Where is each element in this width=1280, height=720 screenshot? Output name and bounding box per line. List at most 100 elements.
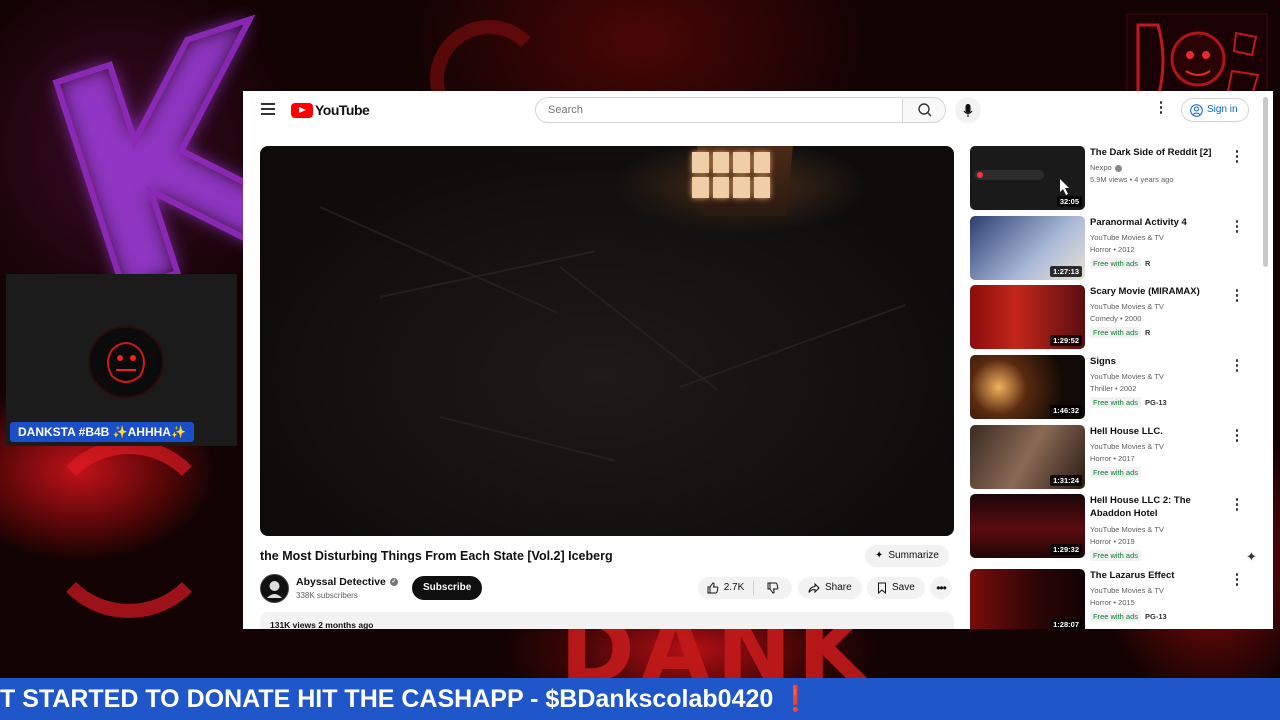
recommended-badges: Free with ads R (1090, 327, 1150, 338)
video-options-icon[interactable] (1235, 573, 1239, 586)
free-with-ads-badge: Free with ads (1090, 467, 1142, 478)
recommended-meta: Horror • 2015 (1090, 598, 1135, 607)
free-with-ads-badge: Free with ads (1090, 258, 1142, 269)
sign-in-button[interactable]: Sign in (1181, 98, 1249, 122)
video-options-icon[interactable] (1235, 150, 1239, 163)
recommended-badges: Free with ads (1090, 467, 1142, 478)
recommended-meta: Comedy • 2000 (1090, 314, 1142, 323)
recommended-video[interactable]: 1:29:32 Hell House LLC 2: The Abaddon Ho… (970, 494, 1260, 566)
video-duration: 1:28:07 (1050, 619, 1082, 629)
recommended-channel: YouTube Movies & TV (1090, 525, 1164, 534)
youtube-logo[interactable]: YouTube (291, 102, 370, 118)
subscribe-button[interactable]: Subscribe (412, 576, 483, 600)
video-duration: 1:29:32 (1050, 544, 1082, 555)
like-count: 2.7K (723, 582, 745, 593)
video-duration: 32:05 (1056, 196, 1082, 207)
recommended-video[interactable]: 1:46:32 Signs YouTube Movies & TV Thrill… (970, 355, 1260, 419)
video-options-icon[interactable] (1235, 289, 1239, 302)
recommended-video[interactable]: 1:28:07 The Lazarus Effect YouTube Movie… (970, 569, 1260, 629)
like-button[interactable]: 2.7K (698, 581, 754, 595)
rating-badge: PG-13 (1145, 398, 1167, 407)
rating-badge: R (1145, 259, 1151, 268)
recommended-meta: Horror • 2019 (1090, 537, 1135, 546)
ai-sparkle-icon[interactable]: ✦ (1246, 549, 1257, 565)
video-thumbnail[interactable]: 1:28:07 (970, 569, 1085, 629)
sparkle-icon: ✦ (875, 550, 884, 561)
search-icon (918, 103, 932, 117)
recommended-meta: Horror • 2017 (1090, 454, 1135, 463)
recommended-video[interactable]: 1:31:24 Hell House LLC. YouTube Movies &… (970, 425, 1260, 489)
recommended-meta: 5.9M views • 4 years ago (1090, 175, 1174, 184)
recommended-video[interactable]: 1:27:13 Paranormal Activity 4 YouTube Mo… (970, 216, 1260, 280)
view-count-date: 131K views 2 months ago (270, 620, 374, 629)
recommended-channel: YouTube Movies & TV (1090, 372, 1164, 381)
sign-in-label: Sign in (1207, 104, 1238, 115)
voice-search-button[interactable] (955, 97, 981, 123)
free-with-ads-badge: Free with ads (1090, 550, 1142, 561)
video-options-icon[interactable] (1235, 220, 1239, 233)
summarize-label: Summarize (888, 550, 939, 561)
ticker-text: T STARTED TO DONATE HIT THE CASHAPP - $B… (0, 685, 812, 713)
background-swirl (40, 440, 218, 618)
free-with-ads-badge: Free with ads (1090, 327, 1142, 338)
recommended-video[interactable]: 1:29:52 Scary Movie (MIRAMAX) YouTube Mo… (970, 285, 1260, 349)
thumbs-up-icon (707, 582, 719, 594)
youtube-topbar: YouTube Search Sign in (243, 91, 1273, 129)
recommended-badges: Free with ads PG-13 (1090, 397, 1167, 408)
microphone-icon (963, 104, 973, 117)
youtube-logo-text: YouTube (315, 102, 370, 118)
video-options-icon[interactable] (1235, 359, 1239, 372)
free-with-ads-badge: Free with ads (1090, 611, 1142, 622)
video-options-icon[interactable] (1235, 498, 1239, 511)
video-duration: 1:31:24 (1050, 475, 1082, 486)
video-thumbnail[interactable]: 1:29:52 (970, 285, 1085, 349)
more-actions-button[interactable]: ••• (930, 577, 952, 599)
share-icon (808, 582, 820, 594)
recommended-title: The Dark Side of Reddit [2] (1090, 147, 1212, 158)
recommended-badges: Free with ads R (1090, 258, 1150, 269)
webcam-panel (6, 274, 237, 446)
channel-avatar[interactable] (260, 574, 289, 603)
hamburger-menu-icon[interactable] (261, 103, 275, 115)
video-title: the Most Disturbing Things From Each Sta… (260, 549, 613, 563)
sidebar-scrollbar[interactable] (1263, 95, 1269, 619)
recommended-channel: YouTube Movies & TV (1090, 233, 1164, 242)
video-duration: 1:29:52 (1050, 335, 1082, 346)
video-thumbnail[interactable]: 1:31:24 (970, 425, 1085, 489)
recommended-title: Hell House LLC. (1090, 426, 1163, 437)
video-options-icon[interactable] (1235, 429, 1239, 442)
recommended-channel: YouTube Movies & TV (1090, 302, 1164, 311)
rating-badge: PG-13 (1145, 612, 1167, 621)
video-thumbnail[interactable]: 1:29:32 (970, 494, 1085, 558)
subscriber-count: 338K subscribers (296, 591, 358, 600)
more-horizontal-icon: ••• (936, 581, 947, 595)
recommended-badges: Free with ads PG-13 (1090, 611, 1167, 622)
search-input[interactable]: Search (535, 97, 903, 123)
recommended-meta: Horror • 2012 (1090, 245, 1135, 254)
video-player[interactable] (260, 146, 954, 536)
settings-menu-icon[interactable] (1159, 101, 1163, 117)
bookmark-icon (878, 582, 886, 594)
channel-name[interactable]: Abyssal Detective ✓ (296, 576, 398, 588)
search-button[interactable] (902, 97, 946, 123)
save-button[interactable]: Save (867, 577, 925, 599)
recommended-channel: YouTube Movies & TV (1090, 442, 1164, 451)
recommended-meta: Thriller • 2002 (1090, 384, 1137, 393)
dislike-button[interactable] (754, 582, 792, 594)
streamer-name-tag: DANKSTA #B4B ✨AHHHA✨ (10, 422, 194, 442)
recommended-title: Paranormal Activity 4 (1090, 217, 1187, 228)
donation-ticker: T STARTED TO DONATE HIT THE CASHAPP - $B… (0, 678, 1280, 720)
rating-badge: R (1145, 328, 1151, 337)
recommended-channel: YouTube Movies & TV (1090, 586, 1164, 595)
video-thumbnail[interactable]: 1:46:32 (970, 355, 1085, 419)
summarize-button[interactable]: ✦ Summarize (865, 545, 949, 567)
verified-icon (1114, 164, 1122, 172)
video-thumbnail[interactable]: 1:27:13 (970, 216, 1085, 280)
recommended-badges: Free with ads (1090, 550, 1142, 561)
video-thumbnail[interactable]: 32:05 (970, 146, 1085, 210)
streamer-avatar (88, 326, 164, 398)
share-button[interactable]: Share (798, 577, 862, 599)
description-box[interactable]: 131K views 2 months ago (260, 612, 954, 629)
recommended-video[interactable]: 32:05 The Dark Side of Reddit [2] Nexpo … (970, 146, 1260, 210)
recommended-title: Scary Movie (MIRAMAX) (1090, 286, 1200, 297)
